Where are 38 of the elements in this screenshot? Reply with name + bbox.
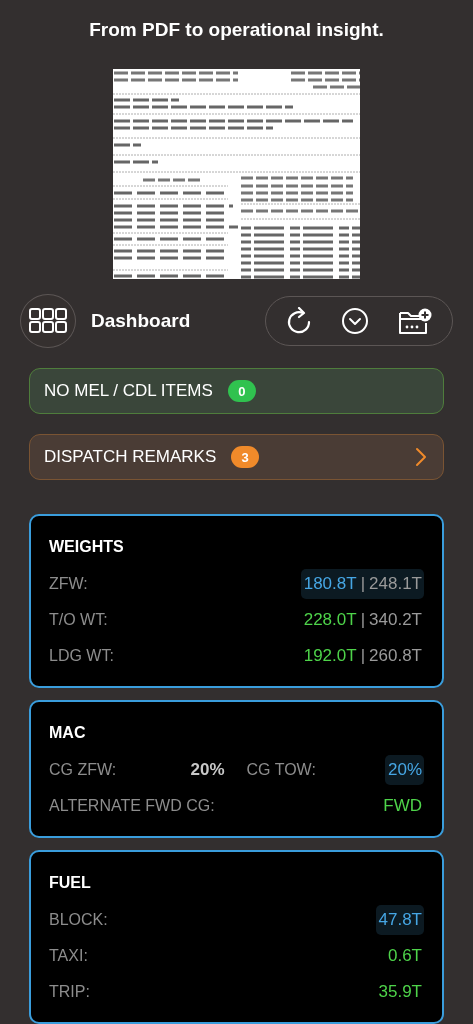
card-title: FUEL xyxy=(49,874,92,892)
field-label: ALTERNATE FWD CG: xyxy=(49,797,215,815)
card-title: MAC xyxy=(49,724,87,742)
field-label: T/O WT: xyxy=(49,611,108,629)
folder-plus-icon xyxy=(397,307,432,335)
value-text: 192.0T xyxy=(303,646,357,665)
field-label: LDG WT: xyxy=(49,647,114,665)
value-text: 35.9T xyxy=(378,982,422,1001)
refresh-icon xyxy=(286,307,313,335)
field-label: TRIP: xyxy=(49,983,90,1001)
page-title: From PDF to operational insight. xyxy=(89,19,384,41)
value-text: 20% xyxy=(190,760,225,779)
limit-text: | 340.2T xyxy=(359,610,422,629)
limit-text: | 260.8T xyxy=(359,646,422,665)
grid-icon xyxy=(29,308,67,334)
value-text: 47.8T xyxy=(378,910,422,929)
chevron-right-icon xyxy=(415,447,427,467)
remarks-button[interactable]: DISPATCH REMARKS 3 xyxy=(29,434,444,480)
field-label: BLOCK: xyxy=(49,911,108,929)
chevron-circle-icon xyxy=(341,307,369,335)
count-badge: 0 xyxy=(227,380,256,402)
field-label: ZFW: xyxy=(49,575,88,593)
count-badge: 3 xyxy=(231,446,260,468)
value-text: 228.0T xyxy=(303,610,357,629)
limit-text: | 248.1T xyxy=(359,574,422,593)
value-text: 0.6T xyxy=(387,946,422,965)
field-label: CG ZFW: xyxy=(49,761,117,779)
field-label: TAXI: xyxy=(49,947,88,965)
value-text: FWD xyxy=(383,796,422,815)
grid-menu-button[interactable] xyxy=(20,294,76,348)
field-label: CG TOW: xyxy=(246,761,316,779)
value-text: 180.8T xyxy=(303,574,357,593)
banner-label: NO MEL / CDL ITEMS xyxy=(44,381,213,401)
dropdown-button[interactable] xyxy=(339,305,371,337)
screen-title: Dashboard xyxy=(91,310,192,332)
banner-label: DISPATCH REMARKS xyxy=(44,447,217,467)
value-text: 20% xyxy=(387,760,422,779)
card-title: WEIGHTS xyxy=(49,538,125,556)
